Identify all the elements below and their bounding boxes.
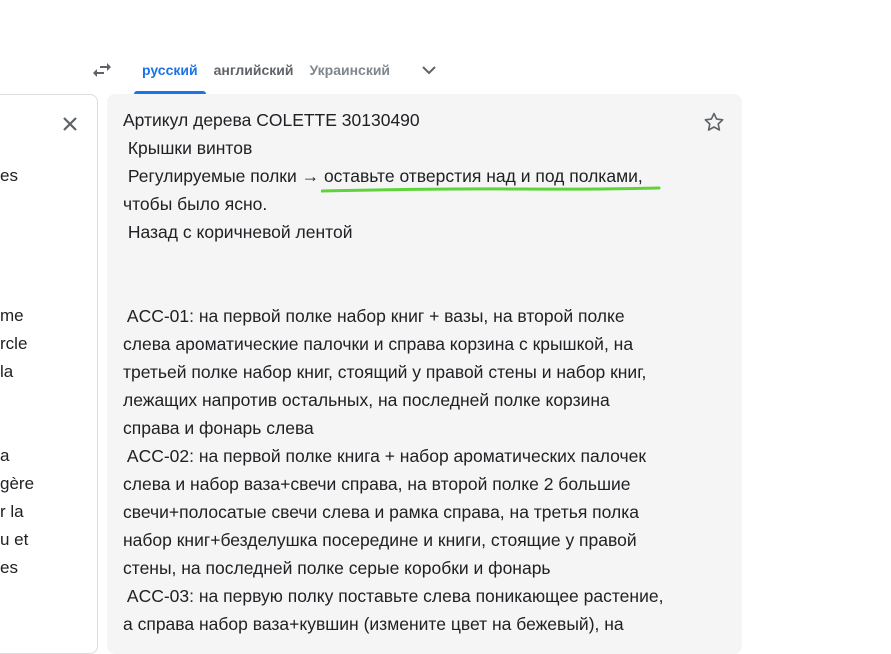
translation-line: ACC-03: на первую полку поставьте слева … xyxy=(123,586,664,606)
source-text-fragment: a xyxy=(0,446,10,465)
target-language-tabs: русский английский Украинский xyxy=(134,52,390,94)
source-text-fragment: r la xyxy=(0,502,24,521)
source-text-fragment: es xyxy=(0,558,18,577)
translation-line: чтобы было ясно. xyxy=(123,194,268,214)
translation-line: слева ароматические палочки и справа кор… xyxy=(123,334,634,354)
translation-line: стены, на последней полке серые коробки … xyxy=(123,558,551,578)
source-text-fragment: la xyxy=(0,362,14,381)
translation-line: слева и набор ваза+свечи справа, на втор… xyxy=(123,474,631,494)
translation-line: ACC-02: на первой полке книга + набор ар… xyxy=(123,446,647,466)
translation-line: справа и фонарь слева xyxy=(123,418,314,438)
star-icon[interactable] xyxy=(702,110,726,134)
translation-line: Крышки винтов xyxy=(123,138,253,158)
translation-line: Артикул дерева COLETTE 30130490 xyxy=(123,110,420,130)
translation-line: набор книг+безделушка посередине и книги… xyxy=(123,530,637,550)
source-text-fragment: me xyxy=(0,306,24,325)
source-text-fragment: rcle xyxy=(0,334,28,353)
translation-line: третьей полке набор книг, стоящий у прав… xyxy=(123,362,647,382)
translation-line: лежащих напротив остальных, на последней… xyxy=(123,390,610,410)
tab-language-english[interactable]: английский xyxy=(206,52,302,94)
tab-language-russian[interactable]: русский xyxy=(134,52,206,94)
translation-line: а справа набор ваза+кувшин (измените цве… xyxy=(123,614,624,634)
tab-language-ukrainian[interactable]: Украинский xyxy=(301,52,390,94)
translation-line: ACC-01: на первой полке набор книг + ваз… xyxy=(123,306,625,326)
highlight-underline xyxy=(321,186,661,193)
chevron-down-icon[interactable] xyxy=(417,58,441,82)
close-icon[interactable] xyxy=(58,112,82,136)
source-text-fragment: u et xyxy=(0,530,29,549)
swap-languages-icon[interactable] xyxy=(90,58,114,82)
source-text-fragment: gère xyxy=(0,474,35,493)
translation-line: свечи+полосатые свечи слева и рамка спра… xyxy=(123,502,639,522)
source-text-fragment: es xyxy=(0,166,18,185)
translation-line: Назад с коричневой лентой xyxy=(123,222,353,242)
